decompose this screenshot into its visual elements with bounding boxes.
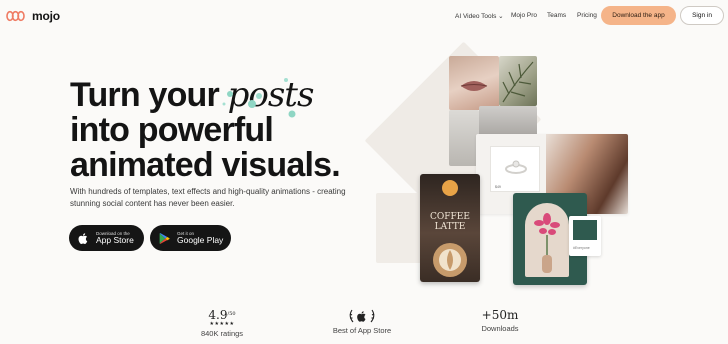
arch-frame [525, 203, 569, 277]
apple-icon [78, 232, 88, 244]
google-play-big-label: Google Play [177, 235, 224, 245]
brand-logo[interactable]: mojo [6, 9, 60, 23]
stat-best-of-app-store: Best of App Store [320, 308, 404, 335]
top-nav: mojo AI Video Tools ⌄ Mojo Pro Teams Pri… [0, 0, 728, 32]
sign-in-button[interactable]: Sign in [680, 6, 724, 25]
mojo-logo-icon [6, 10, 25, 22]
chevron-down-icon: ⌄ [498, 13, 504, 20]
headline-text: Turn your [70, 76, 220, 114]
rating-value: 4.9/50 [186, 308, 258, 322]
decorative-confetti-icon [222, 78, 296, 118]
apple-laurel-icon [349, 309, 375, 323]
google-play-button[interactable]: Get it on Google Play [150, 225, 231, 251]
google-play-text: Get it on Google Play [177, 231, 223, 245]
tag-text: #Everyone [573, 246, 590, 250]
brand-name: mojo [32, 9, 60, 23]
google-play-icon [159, 232, 170, 244]
rating-scale: /50 [227, 311, 236, 317]
sun-icon [442, 180, 458, 196]
necklace-photo [449, 110, 479, 166]
nav-item-ai-video-tools[interactable]: AI Video Tools ⌄ [455, 12, 504, 20]
nav-item-pricing[interactable]: Pricing [577, 12, 597, 19]
downloads-value: +50m [481, 308, 519, 322]
coffee-latte-card: COFFEE LATTE [420, 174, 480, 282]
tag-card: #Everyone [569, 216, 601, 256]
ratings-label: 840K ratings [200, 329, 244, 338]
coffee-title-line-1: COFFEE [430, 212, 470, 222]
palm-photo [499, 56, 537, 106]
ring-caption: $49 [495, 185, 501, 189]
rating-number: 4.9 [208, 308, 228, 322]
lips-icon [460, 81, 488, 91]
tag-swatch [573, 220, 597, 240]
ring-icon [505, 160, 527, 174]
nav-item-teams[interactable]: Teams [547, 12, 566, 19]
flower-icon [534, 213, 560, 273]
downloads-label: Downloads [481, 324, 519, 333]
palm-leaf-icon [502, 61, 534, 103]
nav-item-mojo-pro[interactable]: Mojo Pro [511, 12, 537, 19]
headline-line-3: animated visuals. [70, 146, 341, 184]
template-collage: $49 COFFEE LATTE #Everyone [364, 38, 636, 288]
download-app-button[interactable]: Download the app [601, 6, 676, 25]
nav-item-label: AI Video Tools [455, 13, 497, 20]
app-store-button[interactable]: Download on the App Store [69, 225, 144, 251]
coffee-title: COFFEE LATTE [420, 212, 480, 232]
app-store-text: Download on the App Store [96, 231, 134, 245]
stat-downloads: +50m Downloads [468, 308, 532, 333]
coffee-title-line-2: LATTE [434, 222, 466, 232]
lips-photo [449, 56, 499, 110]
stat-ratings: 4.9/50 ★★★★★ 840K ratings [186, 308, 258, 338]
best-of-app-store-label: Best of App Store [332, 326, 392, 335]
ring-frame: $49 [490, 146, 540, 192]
app-store-big-label: App Store [96, 235, 134, 245]
hero-subtext: With hundreds of templates, text effects… [70, 187, 346, 208]
rating-stars-icon: ★★★★★ [209, 321, 235, 327]
latte-cup-icon [433, 243, 467, 277]
